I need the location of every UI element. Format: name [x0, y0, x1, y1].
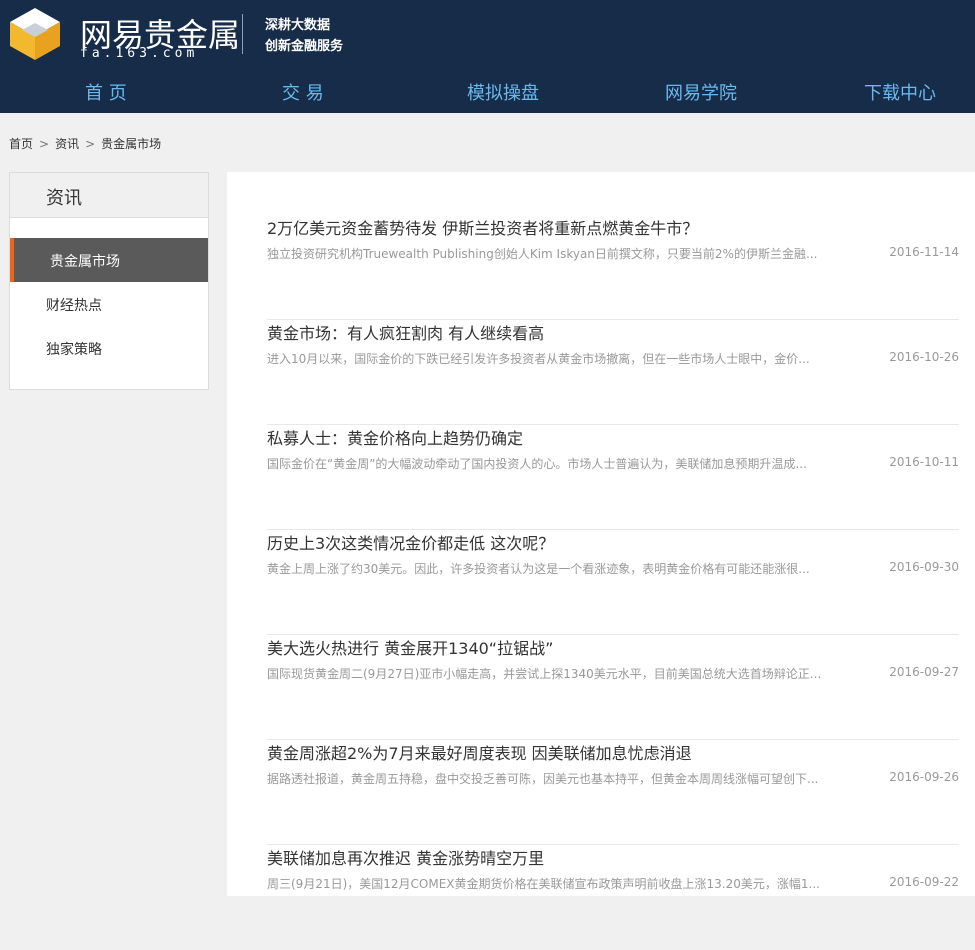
site-header: 网易贵金属 fa.163.com 深耕大数据 创新金融服务 首 页 交 易 模拟… [0, 0, 975, 113]
slogan-line-1: 深耕大数据 [265, 18, 331, 33]
sidebar: 资讯 贵金属市场 财经热点 独家策略 [9, 172, 209, 390]
nav-download-center[interactable]: 下载中心 [864, 79, 936, 105]
breadcrumb-current: 贵金属市场 [101, 137, 162, 151]
article-date: 2016-09-30 [889, 560, 959, 574]
sidebar-heading: 资讯 [10, 173, 208, 218]
sidebar-item-finance-hot[interactable]: 财经热点 [10, 282, 208, 326]
sidebar-item-precious-metals[interactable]: 贵金属市场 [10, 238, 208, 282]
article-title[interactable]: 历史上3次这类情况金价都走低 这次呢？ [267, 530, 554, 554]
article-summary: 国际现货黄金周二(9月27日)亚市小幅走高，并尝试上探1340美元水平，目前美国… [267, 667, 822, 681]
list-item: 历史上3次这类情况金价都走低 这次呢？ 黄金上周上涨了约30美元。因此，许多投资… [267, 530, 959, 635]
article-date: 2016-10-11 [889, 455, 959, 469]
article-date: 2016-09-26 [889, 770, 959, 784]
breadcrumb: 首页 > 资讯 > 贵金属市场 [9, 135, 161, 152]
list-item: 美大选火热进行 黄金展开1340“拉锯战” 国际现货黄金周二(9月27日)亚市小… [267, 635, 959, 740]
article-title[interactable]: 私募人士：黄金价格向上趋势仍确定 [267, 425, 523, 449]
main-nav: 首 页 交 易 模拟操盘 网易学院 下载中心 [0, 69, 975, 113]
logo-divider [242, 14, 243, 54]
list-item: 美联储加息再次推迟 黄金涨势晴空万里 周三(9月21日)，美国12月COMEX黄… [267, 845, 959, 950]
nav-home[interactable]: 首 页 [85, 79, 127, 105]
article-summary: 独立投资研究机构Truewealth Publishing创始人Kim Isky… [267, 247, 818, 261]
breadcrumb-separator: > [39, 137, 50, 151]
article-date: 2016-10-26 [889, 350, 959, 364]
article-title[interactable]: 美联储加息再次推迟 黄金涨势晴空万里 [267, 845, 544, 869]
article-title[interactable]: 2万亿美元资金蓄势待发 伊斯兰投资者将重新点燃黄金牛市？ [267, 215, 698, 239]
list-item: 黄金市场：有人疯狂割肉 有人继续看高 进入10月以来，国际金价的下跌已经引发许多… [267, 320, 959, 425]
article-title[interactable]: 黄金市场：有人疯狂割肉 有人继续看高 [267, 320, 544, 344]
article-list: 2万亿美元资金蓄势待发 伊斯兰投资者将重新点燃黄金牛市？ 独立投资研究机构Tru… [227, 172, 975, 896]
article-date: 2016-11-14 [889, 245, 959, 259]
list-item: 2万亿美元资金蓄势待发 伊斯兰投资者将重新点燃黄金牛市？ 独立投资研究机构Tru… [267, 215, 959, 320]
list-item: 私募人士：黄金价格向上趋势仍确定 国际金价在“黄金周”的大幅波动牵动了国内投资人… [267, 425, 959, 530]
nav-academy[interactable]: 网易学院 [665, 79, 737, 105]
breadcrumb-separator: > [85, 137, 96, 151]
logo-domain: fa.163.com [80, 46, 199, 61]
article-title[interactable]: 美大选火热进行 黄金展开1340“拉锯战” [267, 635, 553, 659]
breadcrumb-news[interactable]: 资讯 [55, 137, 79, 151]
article-date: 2016-09-22 [889, 875, 959, 889]
logo-icon[interactable] [8, 6, 62, 66]
article-summary: 周三(9月21日)，美国12月COMEX黄金期货价格在美联储宣布政策声明前收盘上… [267, 877, 820, 891]
article-summary: 据路透社报道，黄金周五持稳，盘中交投乏善可陈，因美元也基本持平，但黄金本周周线涨… [267, 772, 819, 786]
list-item: 黄金周涨超2%为7月来最好周度表现 因美联储加息忧虑消退 据路透社报道，黄金周五… [267, 740, 959, 845]
article-title[interactable]: 黄金周涨超2%为7月来最好周度表现 因美联储加息忧虑消退 [267, 740, 692, 764]
article-date: 2016-09-27 [889, 665, 959, 679]
article-summary: 黄金上周上涨了约30美元。因此，许多投资者认为这是一个看涨迹象，表明黄金价格有可… [267, 562, 810, 576]
nav-simulated-trading[interactable]: 模拟操盘 [467, 79, 539, 105]
breadcrumb-home[interactable]: 首页 [9, 137, 33, 151]
sidebar-item-exclusive-strategy[interactable]: 独家策略 [10, 326, 208, 370]
slogan-line-2: 创新金融服务 [265, 39, 344, 54]
nav-trade[interactable]: 交 易 [282, 79, 324, 105]
article-summary: 国际金价在“黄金周”的大幅波动牵动了国内投资人的心。市场人士普遍认为，美联储加息… [267, 457, 807, 471]
slogan: 深耕大数据 创新金融服务 [265, 15, 343, 57]
article-summary: 进入10月以来，国际金价的下跌已经引发许多投资者从黄金市场撤离，但在一些市场人士… [267, 352, 810, 366]
